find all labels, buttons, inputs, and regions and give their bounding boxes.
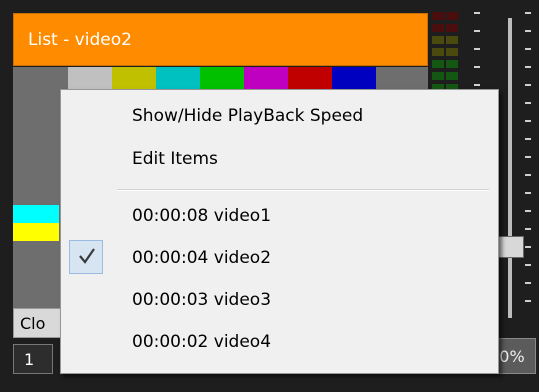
scale-tick [525,138,531,140]
volume-slider-thumb[interactable] [498,236,524,258]
menu-item-label: 00:00:02 video4 [132,332,272,352]
meter-cell [446,36,458,44]
scale-tick [474,48,480,50]
list-title-bar[interactable]: List - video2 [13,13,428,66]
meter-cell [446,48,458,56]
slider-scale-ticks [525,12,537,312]
scale-tick [474,12,480,14]
menu-item-label: Edit Items [132,149,218,169]
color-bar [244,67,288,91]
scale-tick [474,66,480,68]
meter-cell [432,48,444,56]
scale-tick [525,246,531,248]
color-bar [288,67,332,91]
scale-tick [525,174,531,176]
color-swatch [13,205,59,223]
scale-tick [525,300,531,302]
meter-cell [446,12,458,20]
color-bar [200,67,244,91]
menu-item-edit-items[interactable]: Edit Items [61,142,498,176]
scale-tick [525,228,531,230]
menu-item-label: 00:00:04 video2 [132,248,272,268]
meter-cell [446,60,458,68]
scale-tick [525,264,531,266]
scale-tick [525,156,531,158]
menu-item-video3[interactable]: 00:00:03 video3 [61,283,498,317]
menu-separator-highlight [117,190,489,191]
menu-item-toggle-playback-speed[interactable]: Show/Hide PlayBack Speed [61,99,498,133]
meter-cell [446,24,458,32]
color-bar [68,67,112,91]
meter-cell [432,24,444,32]
menu-item-label: Show/Hide PlayBack Speed [132,106,364,126]
scale-tick [525,192,531,194]
scale-tick [474,30,480,32]
volume-slider-track[interactable] [508,18,512,318]
meter-cell [432,36,444,44]
scale-tick [525,66,531,68]
scale-tick [525,120,531,122]
color-bars [68,67,420,91]
scale-tick [525,282,531,284]
color-swatch [13,223,59,241]
scale-tick [525,12,531,14]
menu-item-video1[interactable]: 00:00:08 video1 [61,199,498,233]
menu-item-video2[interactable]: 00:00:04 video2 [61,241,498,275]
color-bar [112,67,156,91]
menu-item-video4[interactable]: 00:00:02 video4 [61,325,498,359]
channel-number-button[interactable]: 1 [13,344,53,374]
scale-tick [525,30,531,32]
color-bar [376,67,420,91]
scale-tick [525,84,531,86]
color-swatches [13,205,59,241]
meter-cell [432,72,444,80]
color-bar [156,67,200,91]
close-button[interactable]: Clo [13,308,63,338]
meter-cell [446,72,458,80]
meter-cell [432,12,444,20]
scale-tick [525,102,531,104]
menu-item-label: 00:00:08 video1 [132,206,272,226]
scale-tick [525,210,531,212]
meter-cell [432,60,444,68]
scale-tick [474,84,480,86]
scale-tick [525,48,531,50]
color-bar [332,67,376,91]
menu-item-label: 00:00:03 video3 [132,290,272,310]
context-menu: Show/Hide PlayBack Speed Edit Items 00:0… [60,89,499,374]
